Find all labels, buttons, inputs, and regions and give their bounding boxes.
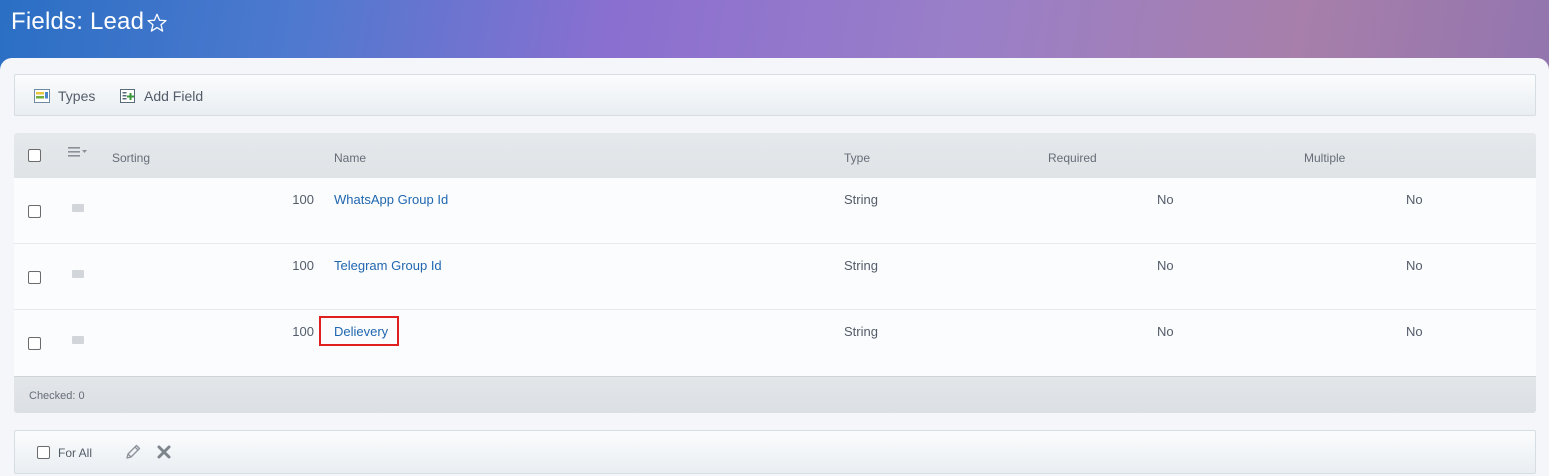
row-type: String bbox=[844, 192, 878, 207]
toolbar: Types Add Field bbox=[14, 74, 1536, 116]
page-title: Fields: Lead bbox=[11, 8, 145, 35]
column-header-required[interactable]: Required bbox=[1048, 151, 1097, 165]
types-label: Types bbox=[58, 88, 96, 104]
delete-x-icon[interactable] bbox=[156, 444, 172, 460]
column-header-type[interactable]: Type bbox=[844, 151, 870, 165]
row-multiple: No bbox=[1406, 324, 1423, 339]
select-all-checkbox[interactable] bbox=[28, 149, 41, 162]
column-header-sorting[interactable]: Sorting bbox=[112, 151, 150, 165]
page-header: Fields: Lead bbox=[0, 0, 1549, 58]
for-all-label[interactable]: For All bbox=[58, 446, 92, 460]
work-area: Types Add Field Sorting Name Type Requir… bbox=[0, 58, 1549, 476]
row-multiple: No bbox=[1406, 258, 1423, 273]
table-row[interactable]: 100 Delievery String No No bbox=[14, 310, 1536, 376]
column-header-multiple[interactable]: Multiple bbox=[1304, 151, 1345, 165]
column-header-name[interactable]: Name bbox=[334, 151, 366, 165]
row-type: String bbox=[844, 324, 878, 339]
row-required: No bbox=[1157, 192, 1174, 207]
row-sorting: 100 bbox=[292, 258, 314, 273]
row-sorting: 100 bbox=[292, 192, 314, 207]
field-name-link[interactable]: WhatsApp Group Id bbox=[334, 192, 448, 207]
add-field-icon bbox=[120, 89, 135, 103]
add-field-label: Add Field bbox=[144, 88, 204, 104]
types-list-icon bbox=[34, 89, 50, 103]
types-button[interactable]: Types bbox=[34, 86, 95, 106]
for-all-checkbox[interactable] bbox=[37, 446, 50, 459]
star-outline-icon[interactable] bbox=[146, 12, 168, 34]
pencil-icon[interactable] bbox=[124, 443, 142, 461]
row-type: String bbox=[844, 258, 878, 273]
field-name-link[interactable]: Telegram Group Id bbox=[334, 258, 442, 273]
grid-header: Sorting Name Type Required Multiple bbox=[14, 133, 1536, 178]
column-settings-icon[interactable] bbox=[68, 147, 88, 157]
checked-count: Checked: 0 bbox=[29, 390, 85, 402]
grid-footer: Checked: 0 bbox=[14, 376, 1536, 413]
action-panel: For All bbox=[14, 430, 1536, 474]
row-required: No bbox=[1157, 324, 1174, 339]
fields-grid: Sorting Name Type Required Multiple 100 … bbox=[14, 133, 1536, 376]
field-name-link[interactable]: Delievery bbox=[334, 324, 388, 339]
table-row[interactable]: 100 Telegram Group Id String No No bbox=[14, 244, 1536, 310]
row-sorting: 100 bbox=[292, 324, 314, 339]
add-field-button[interactable]: Add Field bbox=[120, 86, 203, 106]
row-multiple: No bbox=[1406, 192, 1423, 207]
row-required: No bbox=[1157, 258, 1174, 273]
table-row[interactable]: 100 WhatsApp Group Id String No No bbox=[14, 178, 1536, 244]
